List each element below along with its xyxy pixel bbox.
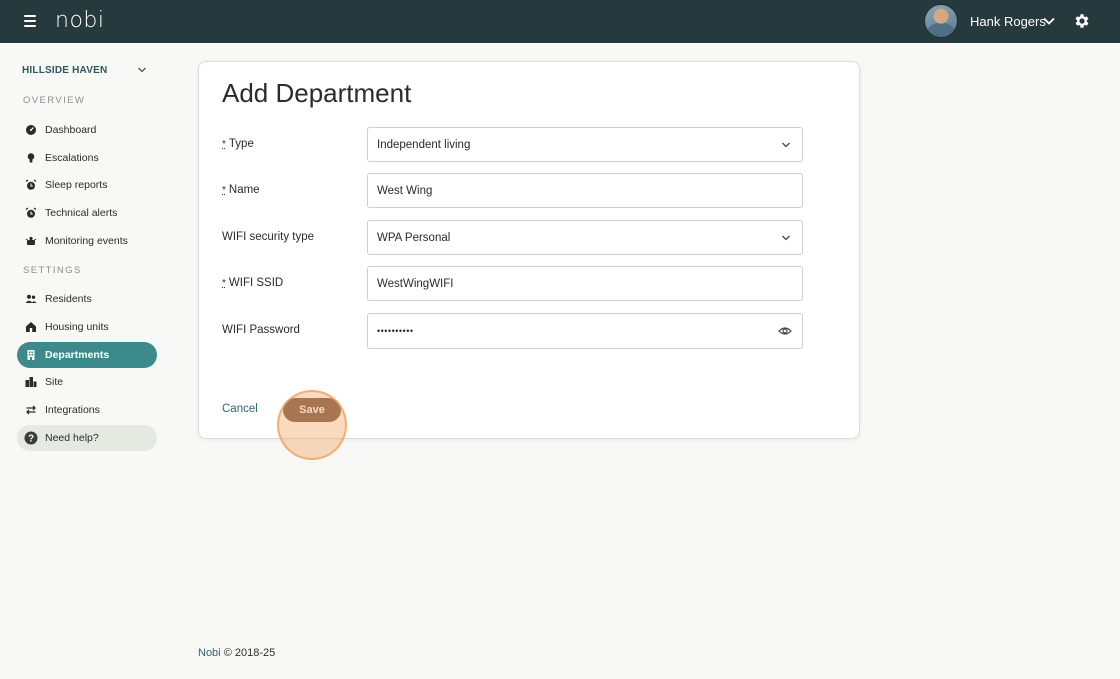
hamburger-menu-icon[interactable] [24, 15, 36, 27]
wifi-security-type-value: WPA Personal [377, 231, 451, 244]
sidebar-item-label: Integrations [45, 404, 100, 416]
page-title: Add Department [222, 78, 412, 108]
sidebar-item-integrations[interactable]: Integrations [17, 397, 157, 423]
eye-icon[interactable] [778, 324, 792, 338]
lightbulb-icon [27, 153, 35, 163]
sidebar-item-label: Departments [45, 349, 110, 361]
alarm-clock-icon [25, 207, 37, 218]
user-name[interactable]: Hank Rogers [970, 14, 1046, 29]
section-label-settings: SETTINGS [23, 265, 82, 276]
sidebar: HILLSIDE HAVEN OVERVIEW Dashboard Escala… [0, 43, 175, 679]
save-button[interactable]: Save [283, 398, 341, 422]
wifi-ssid-input[interactable]: WestWingWIFI [367, 266, 803, 301]
people-icon [25, 294, 37, 303]
app-logo[interactable]: nobi [55, 8, 104, 33]
section-label-overview: OVERVIEW [23, 95, 86, 106]
chevron-down-icon[interactable] [136, 64, 148, 76]
sidebar-item-label: Housing units [45, 321, 109, 333]
chevron-down-icon[interactable] [1042, 14, 1056, 28]
sidebar-item-label: Technical alerts [45, 207, 118, 219]
sidebar-item-label: Escalations [45, 152, 99, 164]
name-label: * Name [222, 184, 260, 196]
required-mark: * [222, 139, 226, 150]
gear-icon[interactable] [1073, 12, 1091, 30]
chevron-down-icon [782, 142, 790, 148]
wifi-password-input[interactable]: •••••••••• [367, 313, 803, 349]
footer-copyright: © 2018-25 [223, 647, 276, 659]
add-department-card: Add Department * Type Independent living … [198, 61, 860, 439]
site-selector[interactable]: HILLSIDE HAVEN [22, 65, 107, 76]
chevron-down-icon [782, 235, 790, 241]
sidebar-item-monitoring-events[interactable]: Monitoring events [17, 228, 157, 254]
wifi-security-type-select[interactable]: WPA Personal [367, 220, 803, 255]
cancel-button[interactable]: Cancel [222, 403, 258, 415]
alarm-clock-icon [25, 179, 37, 190]
sidebar-item-label: Residents [45, 293, 92, 305]
required-mark: * [222, 185, 226, 196]
need-help-label: Need help? [45, 432, 99, 444]
wifi-password-value: •••••••••• [377, 326, 414, 336]
city-icon [25, 377, 37, 387]
sidebar-item-label: Sleep reports [45, 179, 108, 191]
sidebar-item-sleep-reports[interactable]: Sleep reports [17, 172, 157, 198]
sidebar-item-technical-alerts[interactable]: Technical alerts [17, 200, 157, 226]
user-avatar[interactable] [924, 4, 958, 38]
wifi-ssid-label: * WIFI SSID [222, 277, 284, 289]
required-mark: * [222, 278, 226, 289]
sidebar-item-housing-units[interactable]: Housing units [17, 314, 157, 340]
type-label: * Type [222, 138, 254, 150]
sidebar-item-label: Site [45, 376, 64, 388]
name-input[interactable]: West Wing [367, 173, 803, 208]
sidebar-item-residents[interactable]: Residents [17, 286, 157, 312]
svg-text:?: ? [28, 434, 34, 445]
type-select[interactable]: Independent living [367, 127, 803, 162]
type-select-value: Independent living [377, 138, 471, 151]
sidebar-item-label: Monitoring events [45, 235, 128, 247]
sidebar-item-escalations[interactable]: Escalations [17, 145, 157, 171]
sidebar-item-label: Dashboard [45, 124, 97, 136]
sidebar-item-site[interactable]: Site [17, 369, 157, 395]
building-icon [27, 350, 35, 360]
need-help-button[interactable]: ? Need help? [17, 425, 157, 451]
help-icon: ? [24, 431, 38, 445]
sidebar-item-departments[interactable]: Departments [17, 342, 157, 368]
footer-brand-link[interactable]: Nobi [198, 647, 221, 659]
footer: Nobi © 2018-25 [198, 647, 275, 659]
wifi-ssid-value: WestWingWIFI [377, 277, 454, 290]
sidebar-item-dashboard[interactable]: Dashboard [17, 117, 157, 143]
monitoring-icon [25, 236, 37, 245]
house-icon [26, 322, 36, 332]
wifi-password-label: WIFI Password [222, 324, 300, 336]
wifi-security-type-label: WIFI security type [222, 231, 315, 243]
top-bar: nobi Hank Rogers [0, 0, 1120, 43]
name-input-value: West Wing [377, 184, 433, 197]
swap-arrows-icon [26, 405, 36, 415]
dashboard-icon [26, 125, 36, 135]
